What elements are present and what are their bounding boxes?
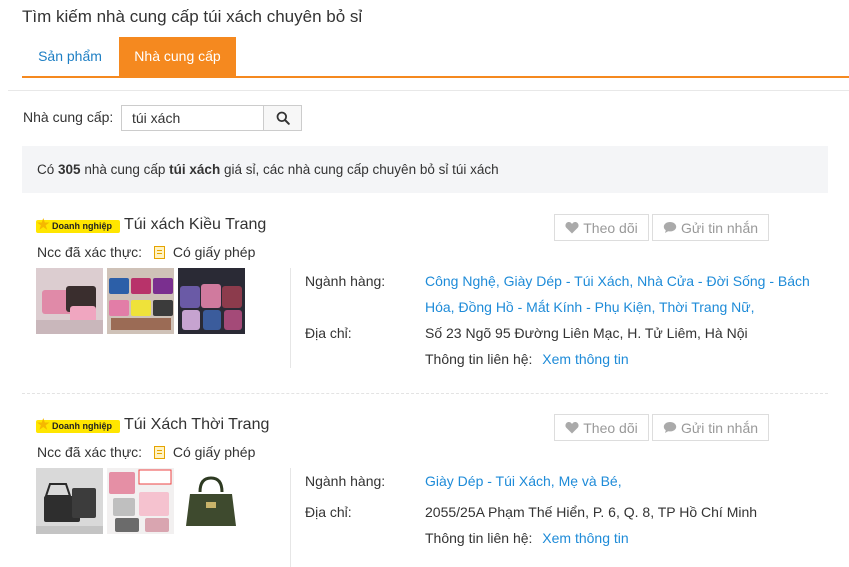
view-contact-link[interactable]: Xem thông tin	[542, 351, 628, 367]
column-divider	[290, 268, 291, 368]
industry-links[interactable]: Công Nghệ, Giày Dép - Túi Xách, Nhà Cửa …	[425, 268, 820, 320]
address-label: Địa chỉ:	[305, 325, 352, 341]
product-thumbnail[interactable]	[107, 468, 174, 534]
page-title: Tìm kiếm nhà cung cấp túi xách chuyên bỏ…	[22, 7, 363, 26]
enterprise-badge: ★ Doanh nghiệp	[36, 216, 120, 233]
supplier-name[interactable]: Túi xách Kiều Trang	[124, 216, 266, 234]
license-text: Có giấy phép	[172, 444, 256, 460]
product-thumbnail[interactable]	[36, 268, 103, 334]
tab-products[interactable]: Sản phẩm	[22, 37, 118, 76]
divider	[8, 90, 849, 91]
search-label: Nhà cung cấp:	[23, 109, 114, 125]
results-summary: Có 305 nhà cung cấp túi xách giá sỉ, các…	[22, 146, 828, 193]
product-thumbnail[interactable]	[36, 468, 103, 534]
star-icon: ★	[37, 416, 50, 432]
card-divider	[22, 393, 828, 394]
tab-bar: Sản phẩm Nhà cung cấp	[22, 37, 849, 78]
follow-button[interactable]: Theo dõi	[554, 414, 649, 441]
summary-middle: nhà cung cấp	[84, 162, 166, 177]
product-thumbnails	[36, 268, 245, 334]
certificate-icon	[153, 446, 165, 459]
heart-icon	[565, 222, 579, 234]
contact-label: Thông tin liên hệ:	[425, 351, 533, 367]
search-icon	[276, 111, 290, 125]
summary-prefix: Có	[37, 162, 55, 177]
result-count: 305	[58, 162, 81, 177]
contact-label: Thông tin liên hệ:	[425, 530, 533, 546]
badge-label: Doanh nghiệp	[52, 421, 112, 431]
certificate-icon	[153, 246, 165, 259]
address-value: Số 23 Ngõ 95 Đường Liên Mạc, H. Tử Liêm,…	[425, 325, 748, 341]
contact-row: Thông tin liên hệ: Xem thông tin	[425, 525, 629, 551]
contact-row: Thông tin liên hệ: Xem thông tin	[425, 346, 629, 372]
summary-keyword: túi xách	[169, 162, 221, 177]
verified-row: Ncc đã xác thực: Có giấy phép	[37, 444, 255, 460]
search-button[interactable]	[263, 105, 302, 131]
product-thumbnail[interactable]	[107, 268, 174, 334]
industry-label: Ngành hàng:	[305, 473, 386, 489]
enterprise-badge: ★ Doanh nghiệp	[36, 416, 120, 433]
chat-bubble-icon	[663, 222, 677, 233]
heart-icon	[565, 422, 579, 434]
chat-bubble-icon	[663, 422, 677, 433]
star-icon: ★	[37, 216, 50, 232]
send-message-button[interactable]: Gửi tin nhắn	[652, 414, 769, 441]
industry-label: Ngành hàng:	[305, 273, 386, 289]
column-divider	[290, 468, 291, 567]
verified-label: Ncc đã xác thực:	[37, 444, 143, 460]
tab-suppliers[interactable]: Nhà cung cấp	[119, 37, 236, 76]
industry-links[interactable]: Giày Dép - Túi Xách, Mẹ và Bé,	[425, 468, 820, 494]
product-thumbnail[interactable]	[178, 268, 245, 334]
message-label: Gửi tin nhắn	[680, 219, 759, 236]
verified-label: Ncc đã xác thực:	[37, 244, 143, 260]
badge-label: Doanh nghiệp	[52, 221, 112, 231]
address-label: Địa chỉ:	[305, 504, 352, 520]
view-contact-link[interactable]: Xem thông tin	[542, 530, 628, 546]
verified-row: Ncc đã xác thực: Có giấy phép	[37, 244, 255, 260]
send-message-button[interactable]: Gửi tin nhắn	[652, 214, 769, 241]
license-text: Có giấy phép	[172, 244, 256, 260]
product-thumbnails	[36, 468, 245, 534]
follow-label: Theo dõi	[583, 219, 638, 236]
supplier-name[interactable]: Túi Xách Thời Trang	[124, 416, 269, 434]
summary-suffix: giá sỉ, các nhà cung cấp chuyên bỏ sỉ tú…	[223, 162, 499, 177]
follow-label: Theo dõi	[583, 419, 638, 436]
search-input[interactable]	[121, 105, 264, 131]
follow-button[interactable]: Theo dõi	[554, 214, 649, 241]
product-thumbnail[interactable]	[178, 468, 245, 534]
message-label: Gửi tin nhắn	[680, 419, 759, 436]
address-value: 2055/25A Phạm Thế Hiển, P. 6, Q. 8, TP H…	[425, 504, 758, 520]
